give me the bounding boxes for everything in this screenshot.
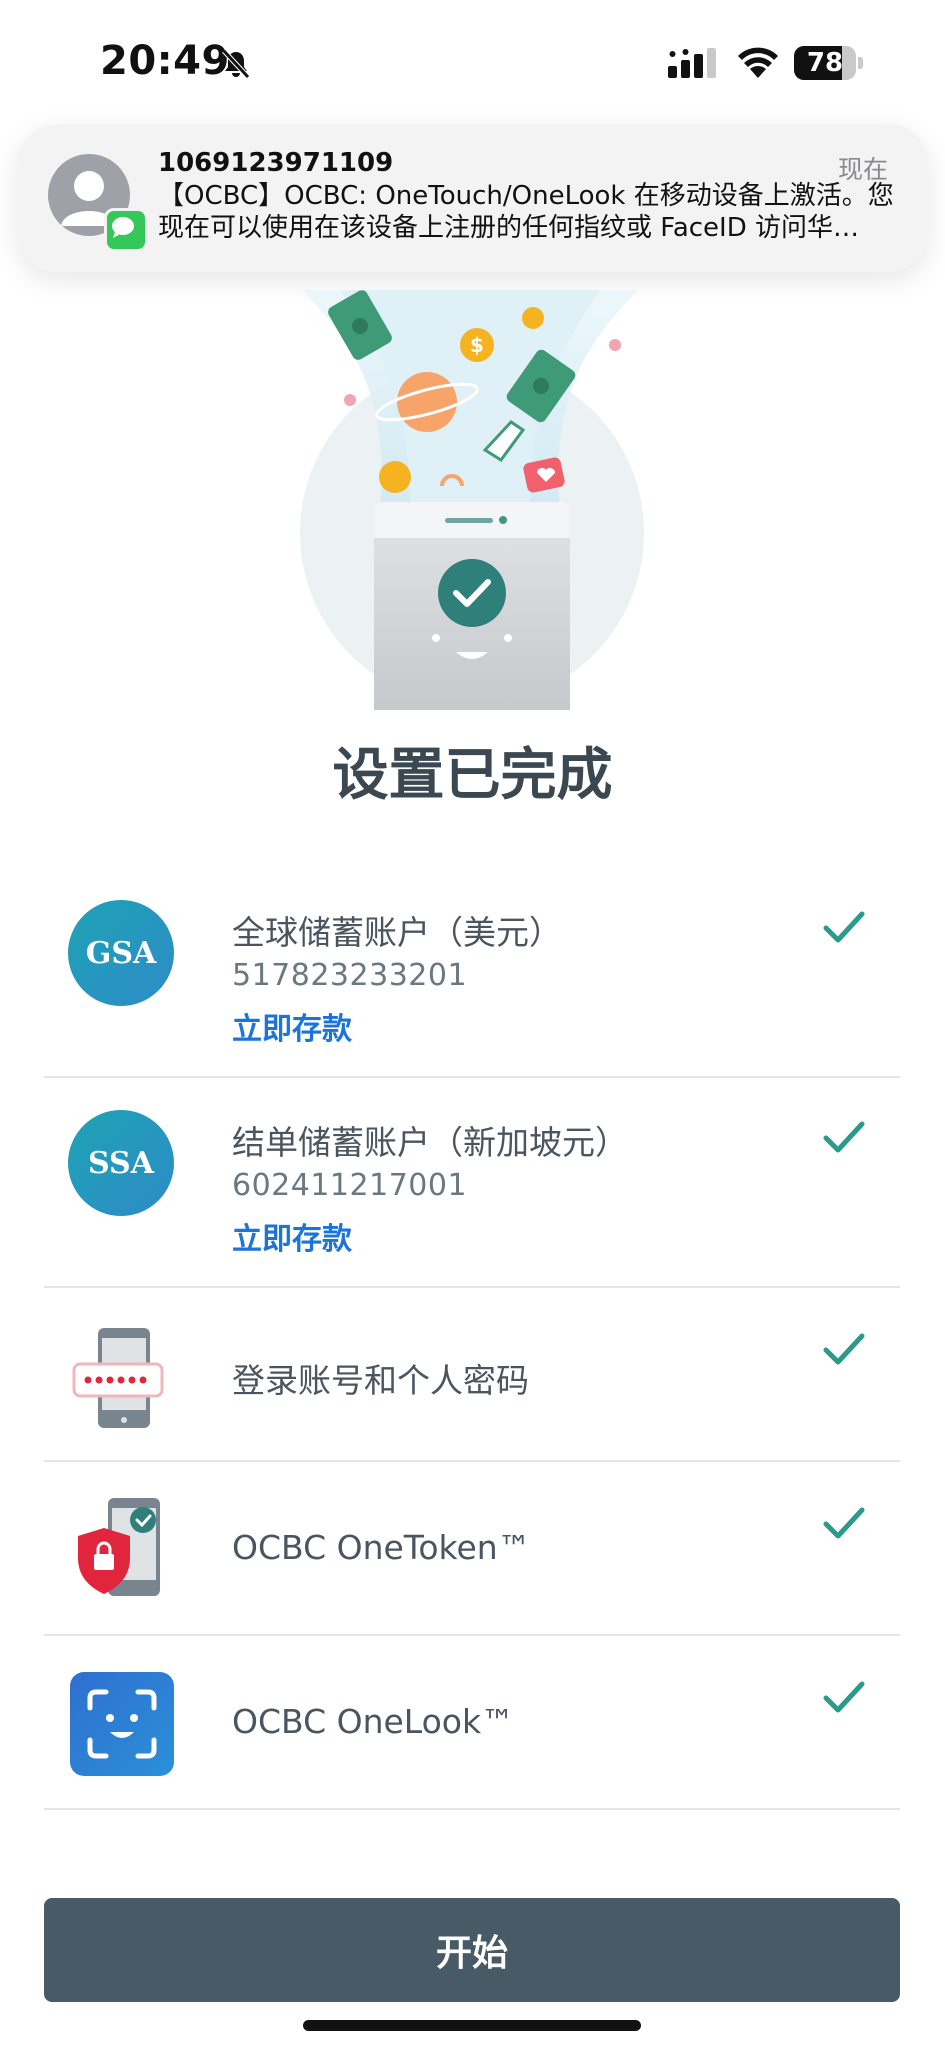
page-title: 设置已完成 [332,743,613,808]
battery-icon: 78 [794,46,863,80]
check-icon [823,911,865,943]
gsa-account-icon: GSA [68,900,176,1008]
check-icon [823,1681,865,1713]
check-icon [823,1507,865,1539]
notification-sender: 1069123971109 [158,148,394,178]
phone-password-icon [72,1328,164,1428]
account-name: 结单储蓄账户（新加坡元） [232,1123,628,1162]
item-title: 登录账号和个人密码 [232,1361,529,1400]
deposit-now-link[interactable]: 立即存款 [232,1214,352,1258]
account-number: 602411217001 [232,1168,468,1203]
item-title: OCBC OneToken™ [232,1528,531,1567]
message-notification[interactable]: 1069123971109 现在 【OCBC】OCBC: OneTouch/On… [18,124,928,272]
wifi-icon [738,47,778,78]
svg-text:$: $ [470,333,484,357]
check-icon [823,1333,865,1365]
home-indicator[interactable] [303,2020,641,2031]
cellular-signal-icon [668,48,716,78]
face-scan-icon [70,1672,174,1776]
account-name: 全球储蓄账户（美元） [232,913,562,952]
account-number: 517823233201 [232,958,468,993]
start-button[interactable]: 开始 [44,1898,900,2002]
notification-body: 【OCBC】OCBC: OneTouch/OneLook 在移动设备上激活。您现… [158,181,894,243]
check-icon [823,1121,865,1153]
item-title: OCBC OneLook™ [232,1702,515,1741]
list-item-ssa-account: SSA 结单储蓄账户（新加坡元） 602411217001 立即存款 [44,1076,900,1288]
list-item-login-password: 登录账号和个人密码 [44,1288,900,1462]
messages-app-icon [104,208,148,252]
battery-level: 78 [806,48,844,78]
ssa-account-icon: SSA [68,1110,176,1218]
list-item-onetoken: OCBC OneToken™ [44,1462,900,1636]
list-item-onelook: OCBC OneLook™ [44,1636,900,1810]
list-item-gsa-account: GSA 全球储蓄账户（美元） 517823233201 立即存款 [44,870,900,1078]
deposit-now-link[interactable]: 立即存款 [232,1004,352,1048]
bell-off-icon [222,49,250,79]
onetoken-shield-icon [78,1498,160,1596]
status-time: 20:49 [100,38,230,84]
status-bar: 20:49 78 [0,0,945,120]
setup-complete-illustration: $ [300,290,644,710]
